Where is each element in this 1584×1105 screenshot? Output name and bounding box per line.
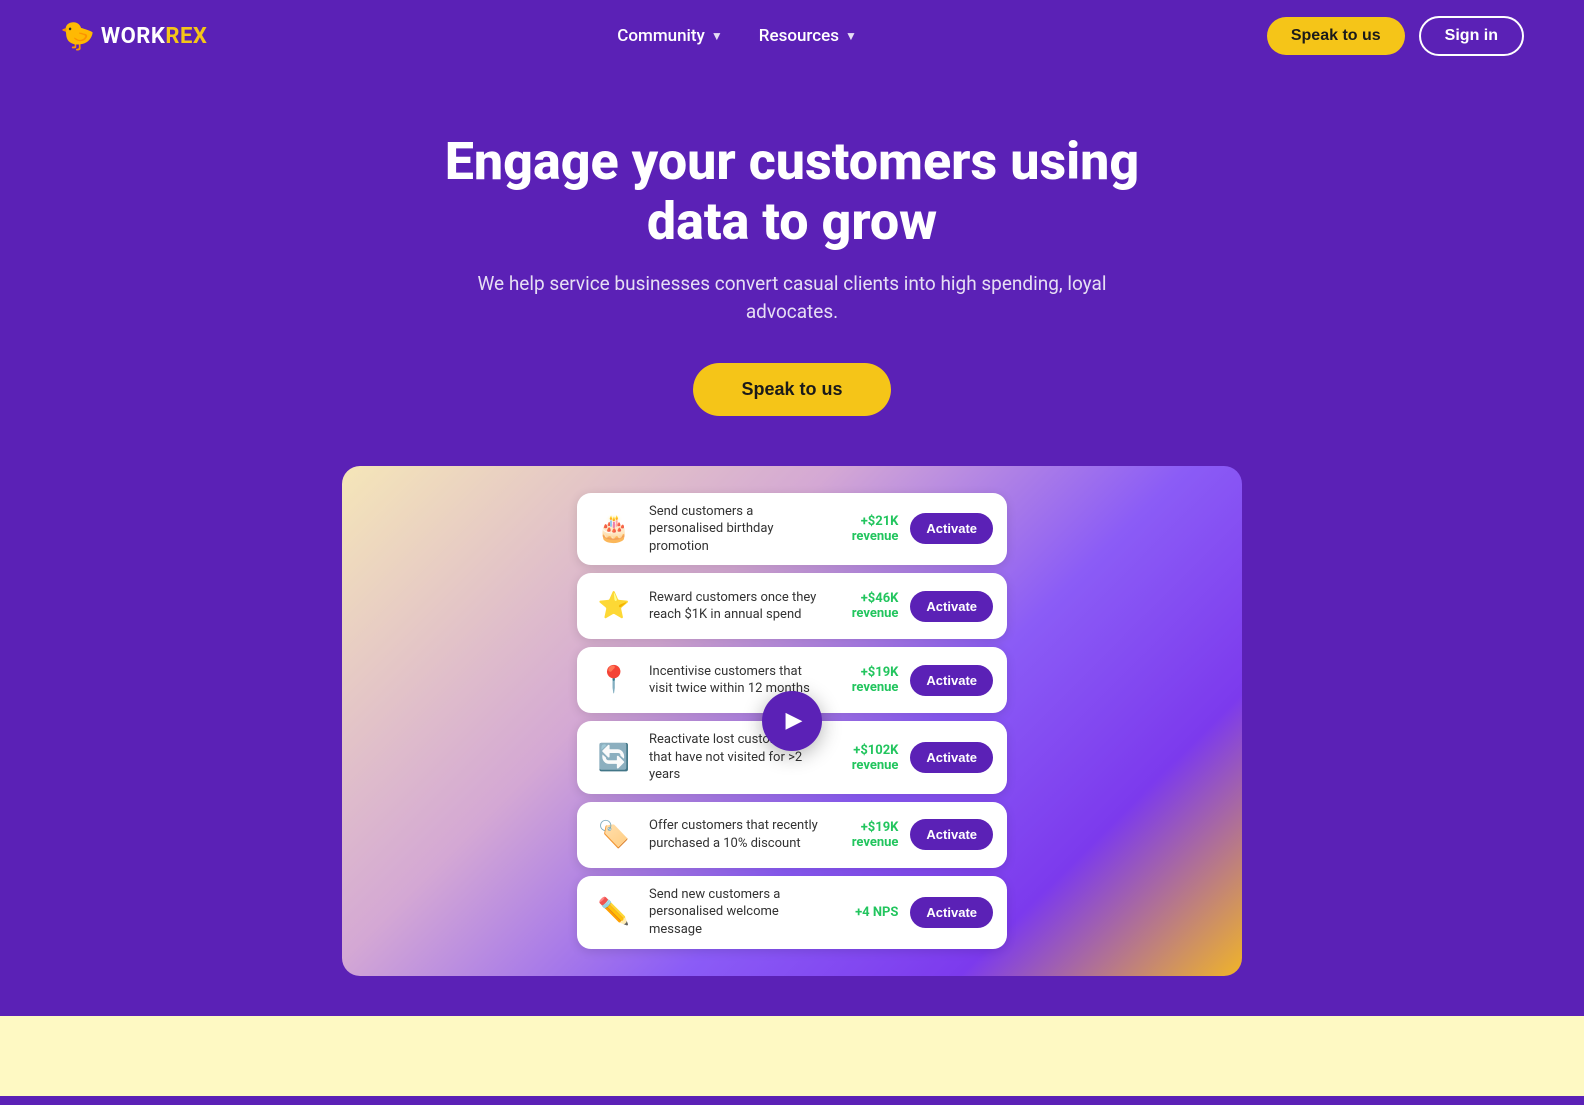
speak-to-us-button[interactable]: Speak to us bbox=[1267, 17, 1405, 55]
card-icon: 🎂 bbox=[591, 506, 637, 552]
revenue-label: revenue bbox=[834, 529, 898, 544]
hero-section: Engage your customers using data to grow… bbox=[0, 72, 1584, 466]
hero-headline: Engage your customers using data to grow bbox=[412, 132, 1172, 252]
logo-text: WORKREX bbox=[101, 24, 207, 49]
hero-cta-button[interactable]: Speak to us bbox=[693, 363, 890, 416]
revenue-value: +$102K bbox=[834, 743, 898, 758]
activate-button[interactable]: Activate bbox=[910, 897, 993, 928]
card-icon: 📍 bbox=[591, 657, 637, 703]
nav-resources[interactable]: Resources ▼ bbox=[759, 26, 857, 46]
video-container: 🎂 Send customers a personalised birthday… bbox=[342, 466, 1242, 976]
promo-card: ⭐ Reward customers once they reach $1K i… bbox=[577, 573, 1007, 639]
promo-card: ✏️ Send new customers a personalised wel… bbox=[577, 876, 1007, 949]
play-button[interactable]: ▶ bbox=[762, 691, 822, 751]
revenue-label: revenue bbox=[834, 606, 898, 621]
sign-in-button[interactable]: Sign in bbox=[1419, 16, 1524, 56]
nav-community[interactable]: Community ▼ bbox=[617, 26, 723, 46]
logo-bird-icon: 🐤 bbox=[60, 22, 95, 50]
activate-button[interactable]: Activate bbox=[910, 665, 993, 696]
card-revenue: +$19K revenue bbox=[834, 665, 898, 695]
card-text: Reward customers once they reach $1K in … bbox=[649, 589, 822, 624]
video-section: 🎂 Send customers a personalised birthday… bbox=[0, 466, 1584, 1016]
revenue-value: +$21K bbox=[834, 514, 898, 529]
card-revenue: +$19K revenue bbox=[834, 820, 898, 850]
logo[interactable]: 🐤 WORKREX bbox=[60, 22, 207, 50]
card-icon: 🔄 bbox=[591, 735, 637, 781]
bottom-strip bbox=[0, 1016, 1584, 1096]
card-revenue: +$21K revenue bbox=[834, 514, 898, 544]
card-text: Send new customers a personalised welcom… bbox=[649, 886, 822, 939]
nav-right: Speak to us Sign in bbox=[1267, 16, 1524, 56]
revenue-value: +$19K bbox=[834, 665, 898, 680]
resources-label: Resources bbox=[759, 26, 839, 46]
card-text: Offer customers that recently purchased … bbox=[649, 817, 822, 852]
community-label: Community bbox=[617, 26, 705, 46]
navbar: 🐤 WORKREX Community ▼ Resources ▼ Speak … bbox=[0, 0, 1584, 72]
revenue-label: revenue bbox=[834, 758, 898, 773]
activate-button[interactable]: Activate bbox=[910, 742, 993, 773]
activate-button[interactable]: Activate bbox=[910, 819, 993, 850]
promo-card: 🎂 Send customers a personalised birthday… bbox=[577, 493, 1007, 566]
revenue-value: +4 NPS bbox=[834, 905, 898, 920]
card-icon: 🏷️ bbox=[591, 812, 637, 858]
revenue-label: revenue bbox=[834, 680, 898, 695]
resources-chevron-icon: ▼ bbox=[845, 29, 857, 43]
card-icon: ⭐ bbox=[591, 583, 637, 629]
revenue-value: +$46K bbox=[834, 591, 898, 606]
card-revenue: +$46K revenue bbox=[834, 591, 898, 621]
hero-subtext: We help service businesses convert casua… bbox=[472, 270, 1112, 327]
community-chevron-icon: ▼ bbox=[711, 29, 723, 43]
activate-button[interactable]: Activate bbox=[910, 591, 993, 622]
nav-center: Community ▼ Resources ▼ bbox=[617, 26, 857, 46]
revenue-label: revenue bbox=[834, 835, 898, 850]
card-text: Send customers a personalised birthday p… bbox=[649, 503, 822, 556]
card-icon: ✏️ bbox=[591, 889, 637, 935]
promo-card: 🏷️ Offer customers that recently purchas… bbox=[577, 802, 1007, 868]
card-revenue: +4 NPS bbox=[834, 905, 898, 920]
play-icon: ▶ bbox=[786, 710, 803, 732]
revenue-value: +$19K bbox=[834, 820, 898, 835]
activate-button[interactable]: Activate bbox=[910, 513, 993, 544]
card-revenue: +$102K revenue bbox=[834, 743, 898, 773]
